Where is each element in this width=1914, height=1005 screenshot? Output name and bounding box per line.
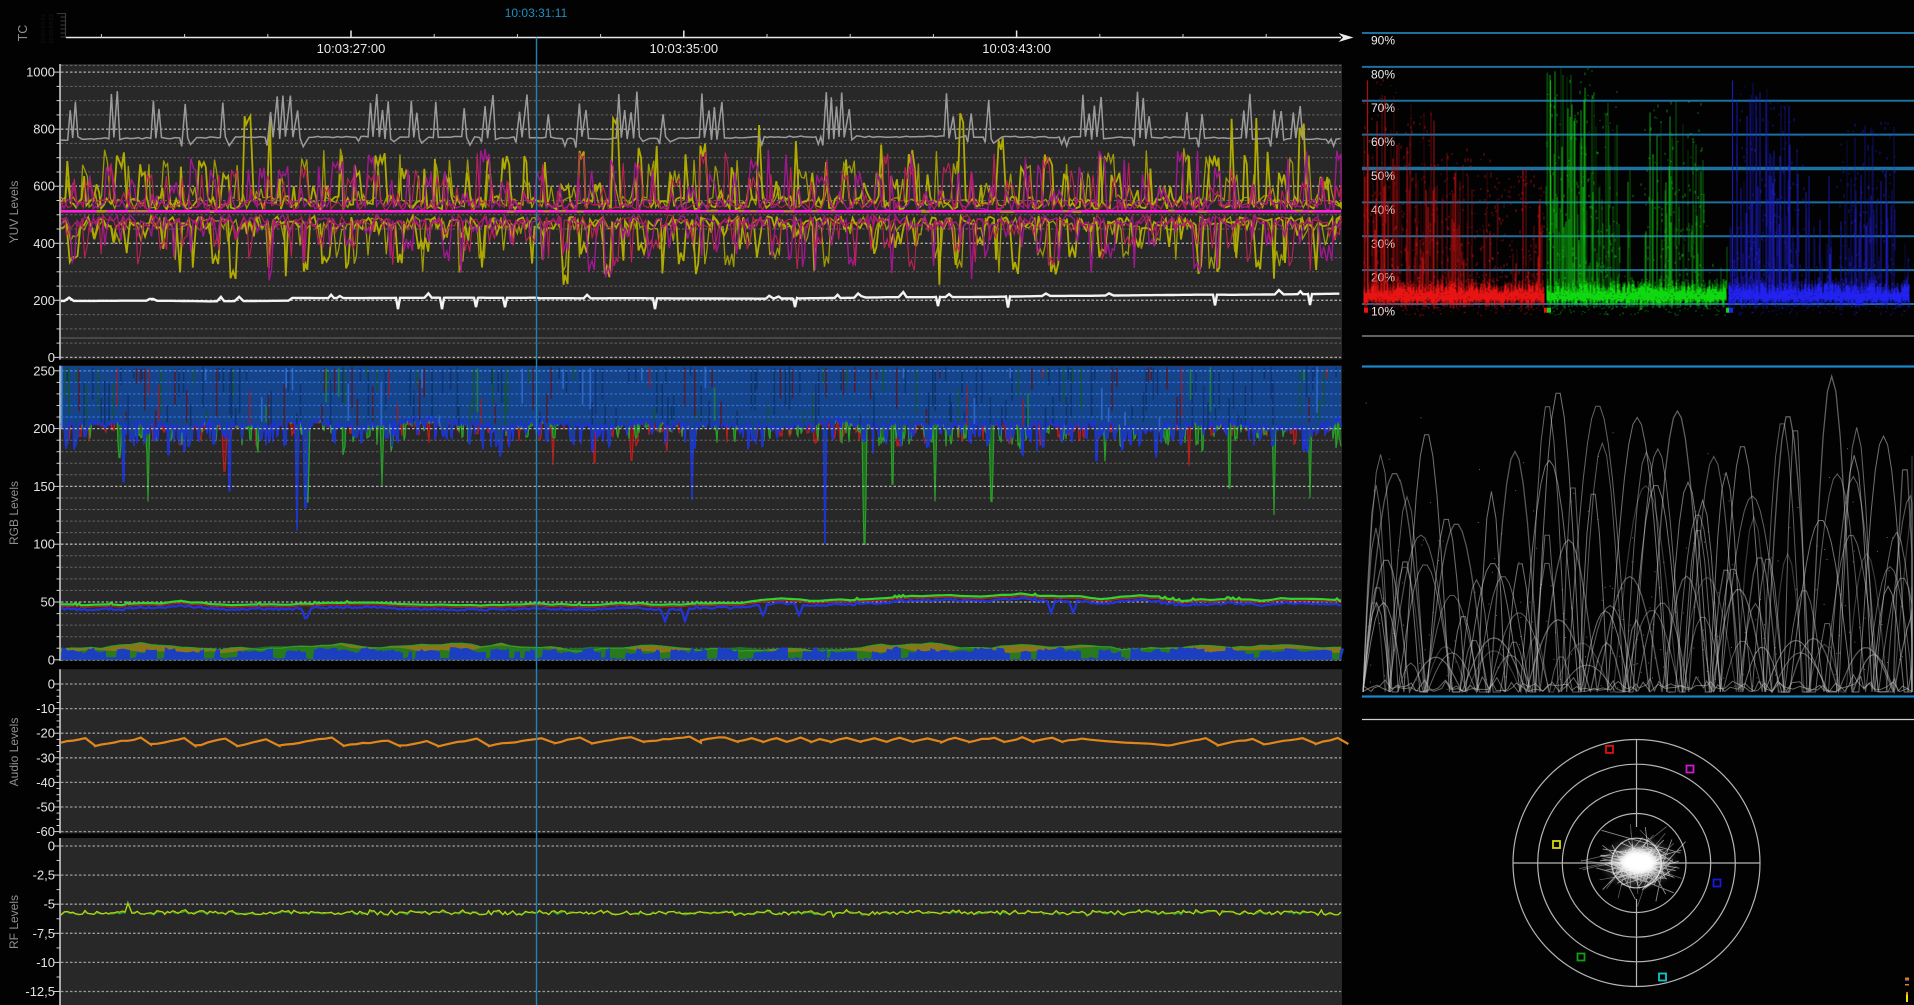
svg-text:200: 200 bbox=[33, 293, 55, 308]
svg-text:10:03:27:00: 10:03:27:00 bbox=[317, 41, 386, 56]
svg-text:400: 400 bbox=[33, 236, 55, 251]
svg-text:60%: 60% bbox=[1371, 135, 1395, 149]
svg-text:100: 100 bbox=[33, 537, 55, 552]
svg-text:YUV Levels: YUV Levels bbox=[7, 181, 21, 244]
svg-text:10:03:31:11: 10:03:31:11 bbox=[505, 6, 568, 20]
svg-text:-5: -5 bbox=[43, 897, 55, 912]
svg-text:0: 0 bbox=[48, 839, 55, 854]
svg-text:-20: -20 bbox=[36, 726, 55, 741]
svg-text:200: 200 bbox=[33, 421, 55, 436]
svg-text:-50: -50 bbox=[36, 800, 55, 815]
svg-text:-10: -10 bbox=[36, 955, 55, 970]
svg-text:-30: -30 bbox=[36, 750, 55, 765]
svg-text:1000: 1000 bbox=[26, 65, 55, 80]
svg-text:70%: 70% bbox=[1371, 101, 1395, 115]
svg-text:250: 250 bbox=[33, 363, 55, 378]
svg-text:10:03:24:23: 10:03:24:23 bbox=[49, 14, 55, 43]
svg-text:-12,5: -12,5 bbox=[25, 984, 55, 999]
svg-text:-10: -10 bbox=[36, 701, 55, 716]
svg-text:-7,5: -7,5 bbox=[33, 926, 55, 941]
svg-text:-40: -40 bbox=[36, 775, 55, 790]
svg-text:0: 0 bbox=[48, 652, 55, 667]
svg-text:10:03:35:00: 10:03:35:00 bbox=[649, 41, 718, 56]
svg-text:150: 150 bbox=[33, 479, 55, 494]
svg-text:600: 600 bbox=[33, 179, 55, 194]
svg-text:10:03:24:23: 10:03:24:23 bbox=[41, 14, 47, 43]
svg-text:TC: TC bbox=[16, 25, 30, 42]
svg-text:RF Levels: RF Levels bbox=[7, 895, 21, 949]
svg-text:-2,5: -2,5 bbox=[33, 868, 55, 883]
svg-text:Audio Levels: Audio Levels bbox=[7, 718, 21, 787]
svg-text:800: 800 bbox=[33, 122, 55, 137]
svg-text:0: 0 bbox=[48, 677, 55, 692]
svg-text:RGB Levels: RGB Levels bbox=[7, 481, 21, 545]
svg-text:50: 50 bbox=[41, 595, 55, 610]
svg-text:90%: 90% bbox=[1371, 34, 1395, 48]
svg-text:-60: -60 bbox=[36, 824, 55, 839]
svg-text:10:03:43:00: 10:03:43:00 bbox=[982, 41, 1051, 56]
